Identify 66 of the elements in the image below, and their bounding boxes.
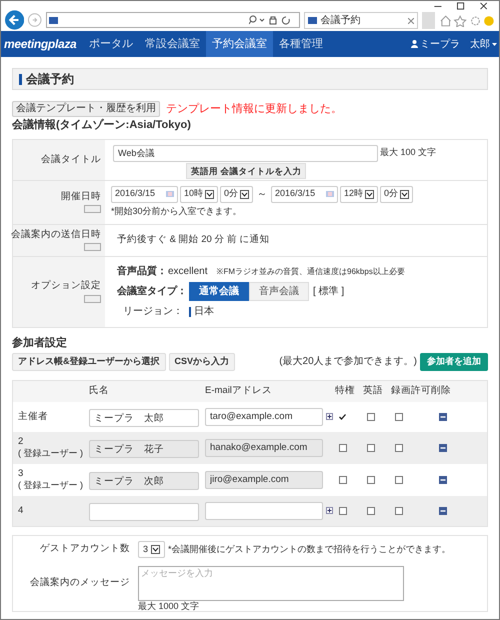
region-label: リージョン： — [123, 305, 184, 319]
email-field[interactable]: taro@example.com — [205, 408, 323, 426]
room-type-value: [ 標準 ] — [313, 284, 344, 299]
select-button[interactable]: アドレス帳&登録ユーザーから選択 — [12, 352, 166, 370]
row-label: 3 — [18, 468, 24, 480]
schedule-note: *開始30分前から入室できます。 — [111, 204, 243, 218]
name-field[interactable]: ミープラ 次郎 — [89, 472, 199, 490]
add-participant-button[interactable]: 参加者を追加 — [420, 352, 488, 370]
section-heading: 会議情報(タイムゾーン:Asia/Tokyo) — [12, 120, 192, 130]
row-label: 主催者 — [18, 410, 49, 422]
browser-tab[interactable]: 会議予約 — [304, 12, 418, 29]
email-field[interactable]: hanako@example.com — [205, 438, 323, 456]
column-header: 録画許可 — [391, 384, 431, 398]
column-header: 特権 — [335, 384, 355, 398]
select-button[interactable]: CSVから入力 — [168, 352, 236, 370]
name-field[interactable]: ミープラ 花子 — [89, 440, 199, 458]
audio-quality: excellent — [168, 265, 208, 279]
date-field[interactable]: 2016/3/15 — [271, 186, 338, 202]
guest-note: *会議開催後にゲストアカウントの数まで招待を行うことができます。 — [168, 542, 451, 556]
page-title: 会議予約 — [26, 71, 74, 88]
limit-note: (最大20人まで参加できます。) — [279, 354, 417, 369]
select-field[interactable]: 0分 — [380, 186, 414, 202]
room-type-toggle[interactable]: 通常会議 — [189, 282, 249, 301]
range-separator: ～ — [256, 188, 268, 202]
date-field[interactable]: 2016/3/15 — [111, 186, 178, 202]
name-field[interactable]: ミープラ 太郎 — [89, 409, 199, 427]
column-header: 氏名 — [89, 384, 109, 398]
nav-tab[interactable]: 予約会議室 — [206, 31, 273, 57]
title-field[interactable]: Web会議 — [113, 144, 378, 162]
template-button[interactable]: 会議テンプレート・履歴を利用 — [12, 101, 160, 118]
notice-message: テンプレート情報に更新しました。 — [166, 102, 342, 117]
email-field[interactable]: jiro@example.com — [205, 470, 323, 488]
audio-quality-label: 音声品質： — [117, 264, 167, 279]
select-field[interactable]: 0分 — [220, 186, 254, 202]
select-field[interactable]: 10時 — [180, 186, 218, 202]
nav-tab[interactable]: 常設会議室 — [139, 31, 206, 57]
notification-text: 予約後すぐ & 開始 20 分 前 に通知 — [117, 232, 270, 247]
row-label: 4 — [18, 504, 24, 516]
select-field[interactable]: 12時 — [340, 186, 378, 202]
nav-tab[interactable]: 各種管理 — [273, 31, 329, 57]
user-menu[interactable]: ミープラ 太郎 — [420, 36, 497, 52]
room-type-label: 会議室タイプ： — [117, 284, 187, 299]
field-label: 会議案内の送信日時 — [11, 228, 101, 240]
field-label: ゲストアカウント数 — [40, 542, 130, 556]
room-type-toggle[interactable]: 音声会議 — [249, 282, 309, 301]
audio-note: ※FMラジオ並みの音質、通信速度は96kbps以上必要 — [216, 266, 405, 278]
row-sublabel: ( 登録ユーザー ) — [18, 480, 84, 492]
tab-title: 会議予約 — [320, 16, 362, 26]
nav-tab[interactable]: ポータル — [83, 31, 139, 57]
field-label: 開催日時 — [61, 190, 101, 202]
select-field[interactable]: 3 — [138, 541, 166, 558]
region-value: 日本 — [194, 304, 214, 319]
logo: meetingplaza — [4, 36, 78, 53]
limit-note: 最大 100 文字 — [380, 146, 436, 160]
column-header: E-mailアドレス — [205, 384, 272, 398]
section-heading: 参加者設定 — [12, 338, 68, 348]
message-field[interactable]: メッセージを入力 — [138, 566, 404, 600]
field-label: 会議タイトル — [41, 154, 101, 166]
field-label: オプション設定 — [31, 280, 101, 292]
column-header: 削除 — [431, 384, 451, 398]
row-label: 2 — [18, 436, 24, 448]
column-header: 英語 — [363, 384, 383, 398]
limit-note: 最大 1000 文字 — [138, 602, 200, 610]
field-label: 会議案内のメッセージ — [30, 576, 130, 590]
row-sublabel: ( 登録ユーザー ) — [18, 448, 84, 460]
english-title-button[interactable]: 英語用 会議タイトルを入力 — [186, 162, 306, 180]
